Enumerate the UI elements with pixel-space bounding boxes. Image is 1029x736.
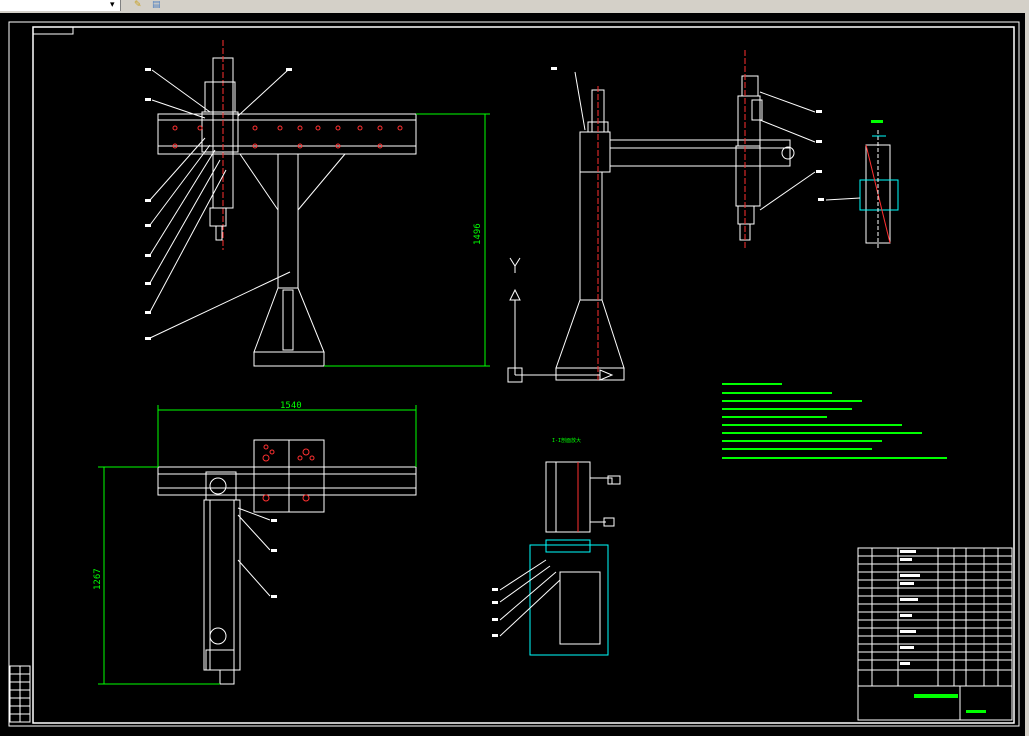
section-detail: [825, 130, 899, 250]
toolbar: ▾ ✎ ▤: [0, 0, 1029, 14]
depth-dim-text: 1267: [93, 568, 103, 590]
window-frame: [1025, 13, 1029, 736]
top-view: [157, 439, 417, 685]
ucs-axis: [507, 257, 614, 383]
height-dimension: [324, 113, 490, 367]
cad-drawing: 1496 Y: [8, 21, 1020, 727]
top-view-tags: [271, 519, 277, 598]
front-view-tags: [145, 68, 292, 340]
title-text-mark: [914, 694, 958, 698]
width-dim-text: 1540: [280, 401, 302, 411]
corner-tag: [32, 26, 74, 35]
bom-text-marks: [900, 550, 920, 665]
gripper-view: [735, 50, 816, 250]
side-view: [555, 71, 795, 381]
technical-notes: [722, 383, 947, 459]
width-dimension: [98, 405, 417, 685]
side-view-tags: [551, 67, 557, 70]
detail-tags: [492, 588, 498, 637]
scale-mark: [966, 710, 986, 713]
layer-dropdown[interactable]: ▾: [0, 0, 121, 11]
left-strip: [9, 665, 31, 723]
bom-rows: [858, 555, 1012, 661]
drawing-canvas[interactable]: 1496 Y: [0, 13, 1025, 736]
height-dim-text: 1496: [473, 223, 483, 245]
gripper-tags: [816, 110, 822, 173]
dropdown-arrow-icon[interactable]: ▾: [110, 0, 115, 11]
layer-stack-icon[interactable]: ▤: [152, 0, 161, 11]
layer-tools-icon[interactable]: ✎: [134, 0, 142, 11]
detail-label: I-I剖面放大: [552, 437, 581, 444]
detail-view: [499, 461, 621, 656]
section-tag: [818, 120, 883, 201]
front-view: [149, 40, 417, 367]
